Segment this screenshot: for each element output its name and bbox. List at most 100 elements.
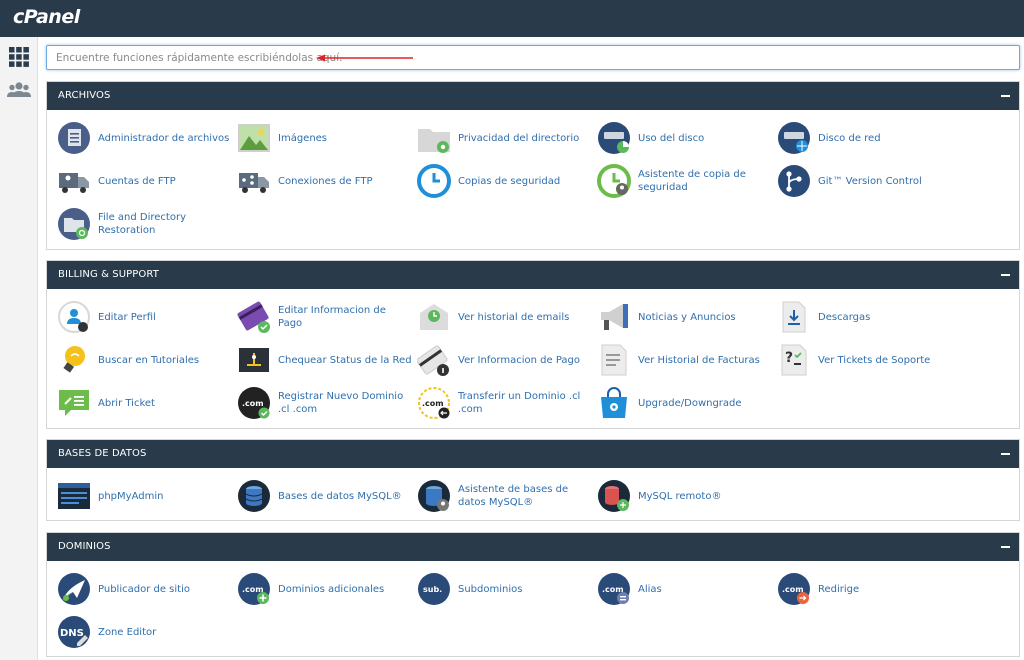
item-backup-wizard[interactable]: Asistente de copia de seguridad <box>597 163 773 199</box>
section-title: DOMINIOS <box>58 541 111 552</box>
item-label: Publicador de sitio <box>98 583 190 595</box>
redirects-icon: .com <box>778 573 810 605</box>
item-edit-payment[interactable]: Editar Informacion de Pago <box>237 299 413 335</box>
item-label: Privacidad del directorio <box>458 132 580 144</box>
item-label: Chequear Status de la Red <box>278 354 412 366</box>
item-network-status[interactable]: Chequear Status de la Red <box>237 342 413 378</box>
item-invoices[interactable]: Ver Historial de Facturas <box>597 342 773 378</box>
icon-text: .com <box>422 399 444 408</box>
item-mysql-databases[interactable]: Bases de datos MySQL® <box>237 478 413 514</box>
zone-editor-icon: DNS <box>58 616 90 648</box>
users-icon[interactable] <box>6 77 32 103</box>
search-input[interactable] <box>46 45 1020 70</box>
section-dominios: DOMINIOS Publicador de sitio .com Domini… <box>46 532 1020 657</box>
disk-usage-icon <box>598 122 630 154</box>
section-billing-support: BILLING & SUPPORT Editar Perfil Editar I… <box>46 260 1020 429</box>
item-addon-domains[interactable]: .com Dominios adicionales <box>237 571 413 607</box>
register-domain-icon: .com <box>238 387 270 419</box>
item-register-domain[interactable]: .com Registrar Nuevo Dominio .cl .com <box>237 385 413 421</box>
backup-wizard-icon <box>597 164 631 198</box>
section-bases-de-datos: BASES DE DATOS phpMyAdmin Bases de datos… <box>46 439 1020 521</box>
item-label: Dominios adicionales <box>278 583 385 595</box>
section-title: BILLING & SUPPORT <box>58 269 159 280</box>
item-disk-usage[interactable]: Uso del disco <box>597 120 773 156</box>
item-label: Upgrade/Downgrade <box>638 397 742 409</box>
section-archivos: ARCHIVOS Administrador de archivos Imáge… <box>46 81 1020 250</box>
remote-mysql-icon <box>598 480 630 512</box>
item-label: Git™ Version Control <box>818 175 922 187</box>
collapse-icon[interactable] <box>1001 546 1010 548</box>
item-label: Cuentas de FTP <box>98 175 176 187</box>
item-images[interactable]: Imágenes <box>237 120 413 156</box>
section-title: ARCHIVOS <box>58 90 111 101</box>
file-restoration-icon <box>58 208 90 240</box>
payment-card-icon <box>237 301 270 333</box>
item-tutorials[interactable]: Buscar en Tutoriales <box>57 342 233 378</box>
support-tickets-icon: ? <box>781 344 807 376</box>
mysql-databases-icon <box>238 480 270 512</box>
item-phpmyadmin[interactable]: phpMyAdmin <box>57 478 233 514</box>
item-label: Bases de datos MySQL® <box>278 490 402 502</box>
item-file-restoration[interactable]: File and Directory Restoration <box>57 206 233 242</box>
item-redirects[interactable]: .com Redirige <box>777 571 953 607</box>
item-ftp-accounts[interactable]: Cuentas de FTP <box>57 163 233 199</box>
item-site-publisher[interactable]: Publicador de sitio <box>57 571 233 607</box>
item-edit-profile[interactable]: Editar Perfil <box>57 299 233 335</box>
item-zone-editor[interactable]: DNS Zone Editor <box>57 614 233 650</box>
item-label: File and Directory Restoration <box>98 212 186 236</box>
item-backup[interactable]: Copias de seguridad <box>417 163 593 199</box>
upgrade-icon <box>601 387 627 418</box>
item-network-disk[interactable]: Disco de red <box>777 120 953 156</box>
item-label: Noticias y Anuncios <box>638 311 736 323</box>
item-directory-privacy[interactable]: Privacidad del directorio <box>417 120 593 156</box>
item-ftp-connections[interactable]: Conexiones de FTP <box>237 163 413 199</box>
item-remote-mysql[interactable]: MySQL remoto® <box>597 478 773 514</box>
left-nav <box>0 37 38 660</box>
item-open-ticket[interactable]: Abrir Ticket <box>57 385 233 421</box>
item-label: Ver Historial de Facturas <box>638 354 760 366</box>
addon-domains-icon: .com <box>238 573 270 605</box>
item-label: phpMyAdmin <box>98 490 164 502</box>
item-transfer-domain[interactable]: .com Transferir un Dominio .cl .com <box>417 385 593 421</box>
item-upgrade[interactable]: Upgrade/Downgrade <box>597 385 773 421</box>
item-label: Transferir un Dominio .cl .com <box>458 391 581 415</box>
red-arrow-annotation <box>316 54 413 62</box>
item-alias[interactable]: .com Alias <box>597 571 773 607</box>
site-publisher-icon <box>58 573 90 605</box>
phpmyadmin-icon <box>58 483 90 509</box>
section-title: BASES DE DATOS <box>58 448 147 459</box>
mysql-wizard-icon <box>418 480 450 512</box>
collapse-icon[interactable] <box>1001 453 1010 455</box>
item-subdomains[interactable]: sub. Subdominios <box>417 571 593 607</box>
item-label: Copias de seguridad <box>458 175 561 187</box>
grid-menu-icon[interactable] <box>6 44 32 70</box>
section-header: DOMINIOS <box>47 533 1019 561</box>
item-label: Alias <box>638 583 662 595</box>
network-disk-icon <box>778 122 810 154</box>
email-history-icon <box>420 304 448 330</box>
item-label: Zone Editor <box>98 626 157 638</box>
item-label: Editar Perfil <box>98 311 156 323</box>
section-header: BILLING & SUPPORT <box>47 261 1019 289</box>
item-email-history[interactable]: Ver historial de emails <box>417 299 593 335</box>
collapse-icon[interactable] <box>1001 274 1010 276</box>
item-downloads[interactable]: Descargas <box>777 299 953 335</box>
item-support-tickets[interactable]: ? Ver Tickets de Soporte <box>777 342 953 378</box>
item-git[interactable]: Git™ Version Control <box>777 163 953 199</box>
item-payment-info[interactable]: Ver Informacion de Pago <box>417 342 593 378</box>
icon-text: .com <box>242 399 264 408</box>
git-icon <box>778 165 810 197</box>
subdomains-icon: sub. <box>418 573 450 605</box>
directory-privacy-icon <box>418 129 450 153</box>
images-icon <box>238 124 270 152</box>
item-mysql-wizard[interactable]: Asistente de bases de datos MySQL® <box>417 478 593 514</box>
collapse-icon[interactable] <box>1001 95 1010 97</box>
item-news[interactable]: Noticias y Anuncios <box>597 299 773 335</box>
item-label: Registrar Nuevo Dominio .cl .com <box>278 391 404 415</box>
item-label: Abrir Ticket <box>98 397 155 409</box>
item-label: Asistente de copia de seguridad <box>638 169 746 193</box>
cpanel-logo[interactable]: cPanel <box>13 6 80 28</box>
item-file-manager[interactable]: Administrador de archivos <box>57 120 233 156</box>
icon-text: sub. <box>423 585 442 594</box>
invoices-icon <box>601 344 627 376</box>
